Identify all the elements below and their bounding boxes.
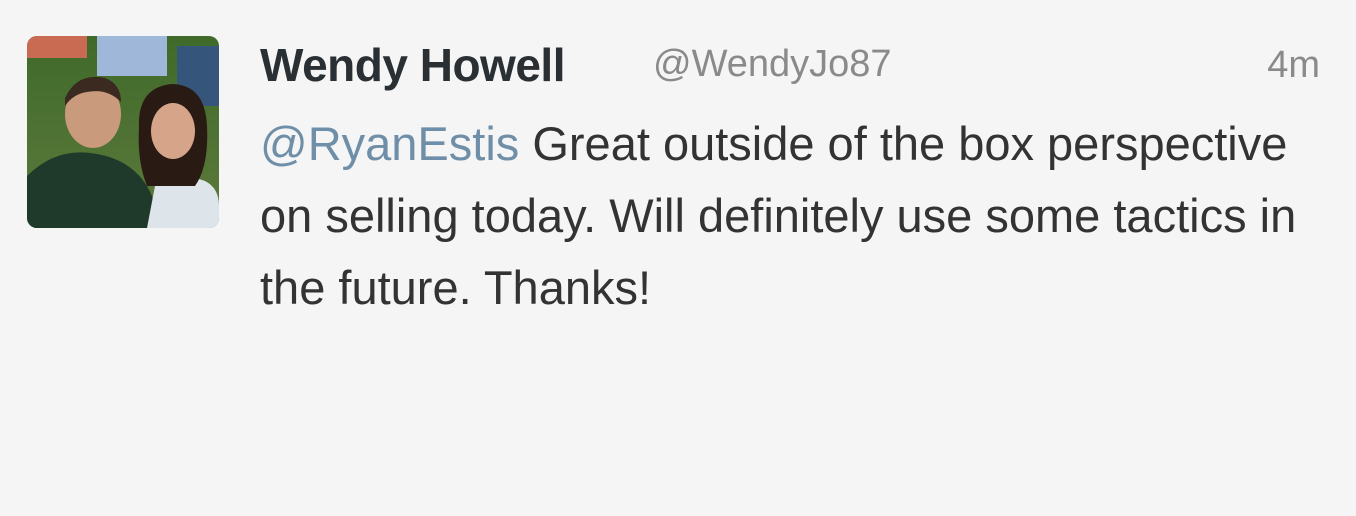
tweet-text: @RyanEstis Great outside of the box pers… (260, 108, 1300, 324)
tweet-header: Wendy Howell @WendyJo87 4m (258, 38, 1326, 98)
mention-link[interactable]: @RyanEstis (260, 117, 519, 170)
tweet[interactable]: Wendy Howell @WendyJo87 4m @RyanEstis Gr… (0, 0, 1356, 516)
display-name[interactable]: Wendy Howell (260, 38, 565, 92)
timestamp[interactable]: 4m (1267, 44, 1320, 87)
profile-photo-icon (27, 36, 219, 228)
avatar[interactable] (27, 36, 219, 228)
username[interactable]: @WendyJo87 (653, 43, 892, 86)
